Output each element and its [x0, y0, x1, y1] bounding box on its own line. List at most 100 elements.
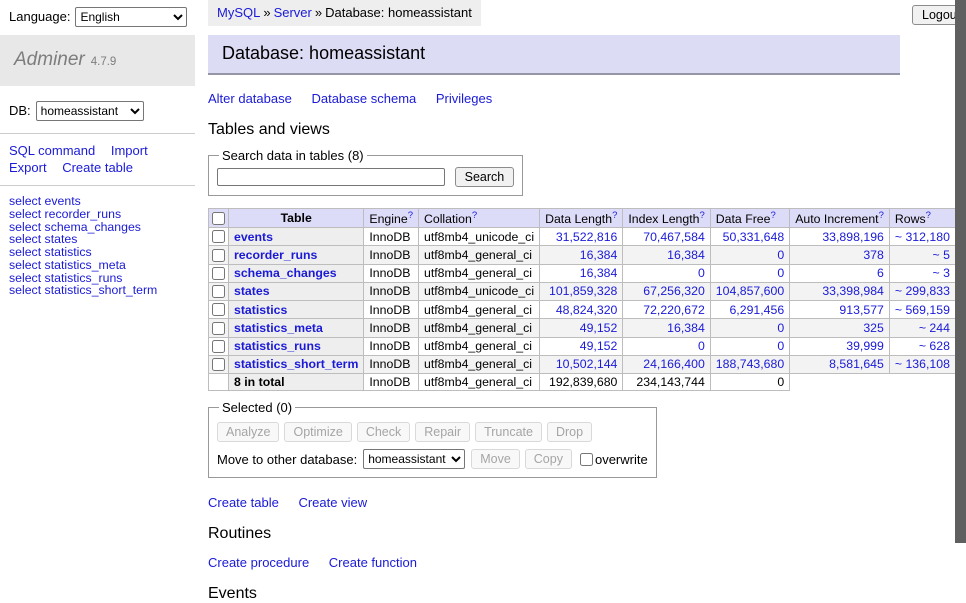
breadcrumb-mysql-link[interactable]: MySQL [217, 5, 260, 20]
events-rows-link[interactable]: ~ 312,180 [895, 230, 950, 244]
events-data-free-link[interactable]: 50,331,648 [723, 230, 785, 244]
states-index-length-link[interactable]: 67,256,320 [643, 284, 705, 298]
select-statistics_short_term-link[interactable]: select [9, 283, 41, 297]
analyze-button[interactable]: Analyze [217, 422, 279, 442]
search-input[interactable] [217, 168, 445, 186]
events-index-length-link[interactable]: 70,467,584 [643, 230, 705, 244]
select-all-checkbox[interactable] [212, 212, 225, 225]
copy-button[interactable]: Copy [525, 449, 572, 469]
optimize-button[interactable]: Optimize [284, 422, 351, 442]
create-table-link[interactable]: Create table [62, 160, 133, 175]
help-link[interactable]: ? [700, 210, 705, 221]
schema_changes-rows-link[interactable]: ~ 3 [933, 266, 950, 280]
help-link[interactable]: ? [770, 210, 775, 221]
recorder_runs-index-length-link[interactable]: 16,384 [667, 248, 705, 262]
vertical-scrollbar[interactable] [955, 0, 966, 543]
search-button[interactable]: Search [455, 167, 515, 187]
statistics_meta-index-length-link[interactable]: 16,384 [667, 321, 705, 335]
repair-button[interactable]: Repair [415, 422, 470, 442]
sql-command-link[interactable]: SQL command [9, 143, 95, 158]
recorder_runs-data-free-link[interactable]: 0 [777, 248, 784, 262]
db-select[interactable]: homeassistant [36, 101, 144, 121]
help-link[interactable]: ? [408, 210, 413, 221]
statistics-rows-link[interactable]: ~ 569,159 [895, 303, 950, 317]
schema_changes-data-free-link[interactable]: 0 [777, 266, 784, 280]
help-link[interactable]: ? [612, 210, 617, 221]
row-checkbox-events[interactable] [212, 230, 225, 243]
statistics_meta-auto-increment-link[interactable]: 325 [863, 321, 884, 335]
statistics_short_term-table-link[interactable]: statistics_short_term [234, 357, 358, 371]
states-table-link[interactable]: states [234, 284, 270, 298]
export-link[interactable]: Export [9, 160, 47, 175]
row-checkbox-statistics_runs[interactable] [212, 340, 225, 353]
help-link[interactable]: ? [926, 210, 931, 221]
recorder_runs-rows-link[interactable]: ~ 5 [933, 248, 950, 262]
help-link[interactable]: ? [472, 210, 477, 221]
truncate-button[interactable]: Truncate [475, 422, 542, 442]
row-checkbox-recorder_runs[interactable] [212, 249, 225, 262]
drop-button[interactable]: Drop [547, 422, 592, 442]
row-checkbox-statistics_meta[interactable] [212, 322, 225, 335]
schema_changes-data-length-link[interactable]: 16,384 [580, 266, 618, 280]
row-checkbox-states[interactable] [212, 285, 225, 298]
statistics-data-free-link[interactable]: 6,291,456 [729, 303, 784, 317]
events-auto-increment-link[interactable]: 33,898,196 [822, 230, 884, 244]
cell-data-free: 50,331,648 [710, 228, 789, 246]
row-checkbox-statistics[interactable] [212, 303, 225, 316]
cell-data-length: 49,152 [540, 319, 623, 337]
create-function-link[interactable]: Create function [329, 555, 417, 570]
events-table-link[interactable]: events [234, 230, 273, 244]
statistics-auto-increment-link[interactable]: 913,577 [839, 303, 883, 317]
statistics_runs-data-length-link[interactable]: 49,152 [580, 339, 618, 353]
create-table-link[interactable]: Create table [208, 495, 279, 510]
statistics_meta-rows-link[interactable]: ~ 244 [919, 321, 950, 335]
overwrite-text: overwrite [595, 452, 648, 467]
database-schema-link[interactable]: Database schema [311, 91, 416, 106]
statistics-table-link[interactable]: statistics [234, 303, 287, 317]
states-data-free-link[interactable]: 104,857,600 [716, 284, 784, 298]
language-select[interactable]: English [75, 7, 187, 27]
col-header-data-free: Data Free? [710, 209, 789, 228]
statistics_meta-data-free-link[interactable]: 0 [777, 321, 784, 335]
events-data-length-link[interactable]: 31,522,816 [556, 230, 618, 244]
statistics_short_term-index-length-link[interactable]: 24,166,400 [643, 357, 705, 371]
recorder_runs-table-link[interactable]: recorder_runs [234, 248, 317, 262]
statistics_runs-index-length-link[interactable]: 0 [698, 339, 705, 353]
statistics_runs-auto-increment-link[interactable]: 39,999 [846, 339, 884, 353]
statistics_meta-table-link[interactable]: statistics_meta [234, 321, 323, 335]
alter-database-link[interactable]: Alter database [208, 91, 292, 106]
schema_changes-table-link[interactable]: schema_changes [234, 266, 337, 280]
statistics_short_term-data-length-link[interactable]: 10,502,144 [556, 357, 618, 371]
move-button[interactable]: Move [471, 449, 520, 469]
schema_changes-index-length-link[interactable]: 0 [698, 266, 705, 280]
statistics_runs-data-free-link[interactable]: 0 [777, 339, 784, 353]
statistics_runs-table-link[interactable]: statistics_runs [234, 339, 321, 353]
row-checkbox-statistics_short_term[interactable] [212, 358, 225, 371]
schema_changes-auto-increment-link[interactable]: 6 [877, 266, 884, 280]
statistics_runs-rows-link[interactable]: ~ 628 [919, 339, 950, 353]
statistics_short_term-rows-link[interactable]: ~ 136,108 [895, 357, 950, 371]
states-data-length-link[interactable]: 101,859,328 [549, 284, 617, 298]
breadcrumb-server-link[interactable]: Server [274, 5, 312, 20]
row-checkbox-schema_changes[interactable] [212, 267, 225, 280]
help-link[interactable]: ? [879, 210, 884, 221]
import-link[interactable]: Import [111, 143, 148, 158]
move-db-select[interactable]: homeassistant [363, 449, 465, 469]
create-procedure-link[interactable]: Create procedure [208, 555, 309, 570]
overwrite-checkbox[interactable] [580, 453, 593, 466]
breadcrumb: MySQL»Server»Database: homeassistant [208, 0, 481, 26]
check-button[interactable]: Check [357, 422, 410, 442]
sidebar-table-statistics_short_term-link[interactable]: statistics_short_term [45, 283, 158, 297]
states-auto-increment-link[interactable]: 33,398,984 [822, 284, 884, 298]
privileges-link[interactable]: Privileges [436, 91, 492, 106]
states-rows-link[interactable]: ~ 299,833 [895, 284, 950, 298]
statistics_short_term-auto-increment-link[interactable]: 8,581,645 [829, 357, 884, 371]
statistics_short_term-data-free-link[interactable]: 188,743,680 [716, 357, 784, 371]
statistics-data-length-link[interactable]: 48,824,320 [556, 303, 618, 317]
recorder_runs-auto-increment-link[interactable]: 378 [863, 248, 884, 262]
cell-index-length: 67,256,320 [623, 282, 710, 300]
statistics-index-length-link[interactable]: 72,220,672 [643, 303, 705, 317]
create-view-link[interactable]: Create view [298, 495, 367, 510]
recorder_runs-data-length-link[interactable]: 16,384 [580, 248, 618, 262]
statistics_meta-data-length-link[interactable]: 49,152 [580, 321, 618, 335]
